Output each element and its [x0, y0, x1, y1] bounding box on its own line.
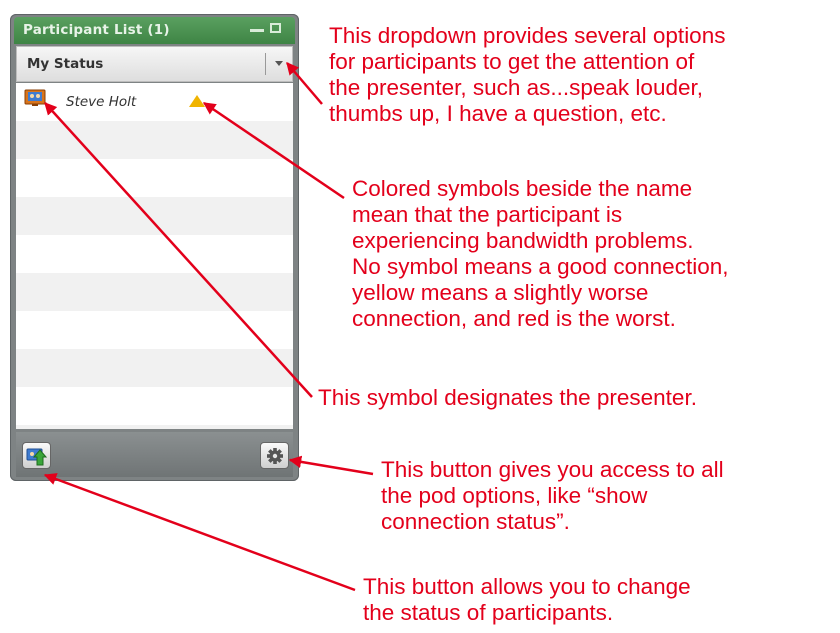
annotation-options: This button gives you access to all the … [381, 457, 724, 534]
arrow-to-options-button [288, 455, 374, 476]
arrow-to-bandwidth-icon [202, 101, 345, 200]
annotation-presenter: This symbol designates the presenter. [318, 385, 697, 410]
arrow-to-presenter-icon [44, 102, 313, 398]
arrow-to-dropdown [286, 62, 323, 105]
annotation-dropdown: This dropdown provides several options f… [329, 23, 726, 126]
annotation-bandwidth: Colored symbols beside the name mean tha… [352, 176, 729, 331]
arrow-to-status-button [43, 473, 356, 592]
annotation-status: This button allows you to change the sta… [363, 574, 691, 625]
